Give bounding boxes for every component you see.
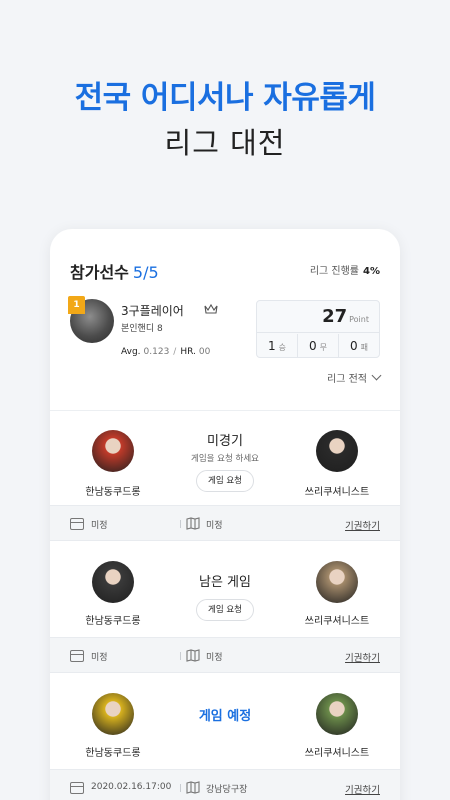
points-unit: Point (349, 315, 369, 324)
crown-icon (204, 303, 218, 314)
match-status: 남은 게임 (199, 575, 251, 590)
match-date: 미정 (91, 521, 108, 531)
match-place: 미정 (206, 521, 223, 531)
forfeit-link[interactable]: 기권하기 (345, 782, 380, 796)
right-player-name: 쓰리쿠셔니스트 (304, 487, 370, 498)
left-player-name: 한남동쿠드롱 (85, 487, 141, 498)
left-player-name: 한남동쿠드롱 (85, 616, 141, 627)
hr-value: 00 (198, 347, 211, 357)
match-info-bar: 미정 미정 기권하기 (50, 637, 400, 673)
hr-label: HR. (180, 347, 196, 357)
my-name: 3구플레이어 (121, 304, 184, 318)
league-progress-value: 4% (363, 266, 380, 277)
league-progress-label: 리그 진행률 (309, 266, 360, 277)
match-info-bar: 미정 미정 기권하기 (50, 505, 400, 541)
losses-cell: 0패 (349, 339, 368, 353)
match-place: 미정 (206, 653, 223, 663)
hero-subheadline: 리그 대전 (164, 126, 286, 160)
match-hint: 게임을 요청 하세요 (191, 454, 259, 464)
forfeit-link[interactable]: 기권하기 (345, 650, 380, 664)
match-status: 미경기 (207, 434, 243, 449)
league-screen: 참가선수 5/5 리그 진행률 4% 1 3구플레이어 본인핸디 8 Avg. 0.1… (50, 229, 400, 800)
match-status: 게임 예정 (198, 709, 252, 724)
match-date: 2020.02.16.17:00 (91, 782, 172, 792)
match-card: 한남동쿠드롱 남은 게임 게임 요청 쓰리쿠셔니스트 (50, 541, 400, 638)
right-player-avatar[interactable] (316, 561, 358, 603)
wins-cell: 1승 (257, 334, 298, 358)
calendar-icon (70, 518, 84, 530)
right-player-avatar[interactable] (316, 430, 358, 472)
rank-badge: 1 (68, 296, 85, 314)
score-box: 27 Point 1승 0무 0패 (256, 300, 380, 358)
game-request-button[interactable]: 게임 요청 (196, 599, 254, 621)
forfeit-link[interactable]: 기권하기 (345, 518, 380, 532)
left-player-avatar[interactable] (92, 561, 134, 603)
left-player-avatar[interactable] (92, 693, 134, 735)
match-place: 강남당구장 (206, 785, 248, 795)
participants-title: 참가선수 (70, 263, 129, 282)
map-icon (186, 649, 200, 662)
participants-count: 5/5 (132, 263, 159, 282)
participants-header: 참가선수 5/5 (70, 259, 159, 283)
game-request-button[interactable]: 게임 요청 (196, 470, 254, 492)
calendar-icon (70, 782, 84, 794)
draws-cell: 0무 (298, 334, 339, 358)
hero-headline: 전국 어디서나 자유롭게 (74, 80, 376, 116)
map-icon (186, 517, 200, 530)
league-record-link[interactable]: 리그 전적 (327, 370, 382, 385)
match-info-bar: 2020.02.16.17:00 강남당구장 기권하기 (50, 769, 400, 800)
points-value: 27 (322, 306, 348, 327)
left-player-avatar[interactable] (92, 430, 134, 472)
avg-label: Avg. (121, 347, 141, 357)
league-progress: 리그 진행률 4% (310, 262, 380, 277)
match-date: 미정 (91, 653, 108, 663)
avg-value: 0.123 (143, 347, 170, 357)
left-player-name: 한남동쿠드롱 (85, 748, 141, 759)
chevron-down-icon (371, 370, 382, 381)
match-card: 한남동쿠드롱 게임 예정 쓰리쿠셔니스트 (50, 673, 400, 770)
calendar-icon (70, 650, 84, 662)
right-player-avatar[interactable] (316, 693, 358, 735)
my-handicap: 본인핸디 8 (121, 324, 163, 334)
right-player-name: 쓰리쿠셔니스트 (304, 748, 370, 759)
map-icon (186, 781, 200, 794)
my-stats: Avg. 0.123/HR. 00 (121, 347, 211, 357)
right-player-name: 쓰리쿠셔니스트 (304, 616, 370, 627)
